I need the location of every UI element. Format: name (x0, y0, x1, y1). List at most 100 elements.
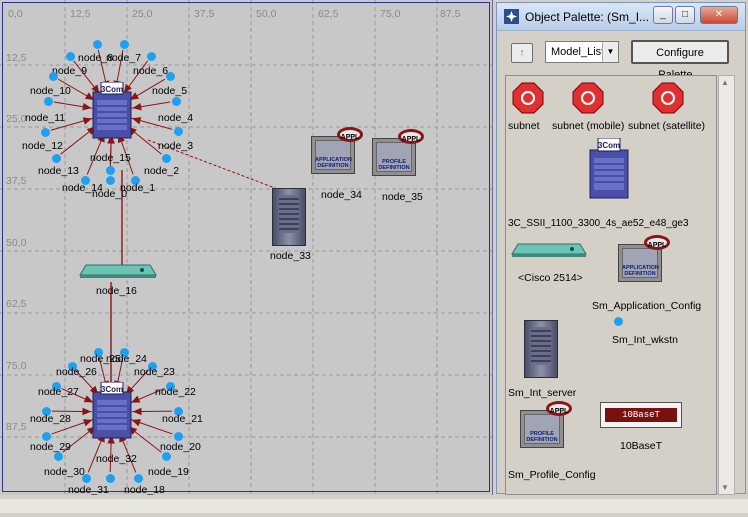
palette-object-list[interactable]: subnet subnet (mobile) subnet (satellite… (505, 75, 717, 495)
x-tick: 25,0 (132, 8, 153, 20)
workstation-node-icon[interactable] (82, 474, 91, 483)
y-tick: 25,0 (6, 113, 27, 125)
switch-icon: 3Com (92, 81, 132, 139)
node-label: node_4 (158, 112, 194, 124)
workstation-node-icon[interactable] (147, 52, 156, 61)
switch-3com-bottom[interactable]: 3Com (89, 381, 135, 440)
subnet-mobile-label: subnet (mobile) (552, 120, 625, 132)
palette-vertical-scrollbar[interactable]: ▲ ▼ (718, 75, 735, 495)
workstation-icon[interactable] (614, 317, 623, 326)
node-label: node_12 (22, 140, 63, 152)
workstation-node-icon[interactable] (134, 474, 143, 483)
network-workspace[interactable]: 0,0 12,5 25,0 37,5 50,0 62,5 75,0 87,5 1… (0, 0, 493, 496)
profile-def-caption: PROFILE DEFINITION (378, 159, 410, 171)
y-tick: 12,5 (6, 52, 27, 64)
y-tick: 87,5 (6, 421, 27, 433)
y-tick: 50,0 (6, 237, 27, 249)
svg-text:3Com: 3Com (101, 385, 123, 394)
y-tick: 37,5 (6, 175, 27, 187)
scroll-up-icon[interactable]: ▲ (721, 78, 729, 87)
x-tick: 0,0 (8, 8, 23, 20)
up-button[interactable]: ↑ (511, 43, 533, 63)
server-icon[interactable] (524, 320, 558, 378)
workstation-node-icon[interactable] (93, 40, 102, 49)
subnet-satellite-label: subnet (satellite) (628, 120, 706, 132)
workstation-node-icon[interactable] (174, 127, 183, 136)
model-list-dropdown[interactable]: Model_List ▼ (545, 41, 619, 63)
profile-config-icon[interactable]: PROFILE DEFINITION APPL (520, 401, 572, 448)
up-arrow-icon: ↑ (519, 47, 525, 59)
workstation-node-icon[interactable] (66, 52, 75, 61)
maximize-button[interactable]: □ (675, 6, 695, 24)
switch-3com-top[interactable]: 3Com (89, 81, 135, 140)
y-tick: 75,0 (6, 360, 27, 372)
appl-badge: APPL (398, 129, 424, 144)
x-tick: 12,5 (70, 8, 91, 20)
app-config-caption: APPLICATION DEFINITION (622, 265, 659, 277)
workstation-node-icon[interactable] (106, 176, 115, 185)
cisco-label: <Cisco 2514> (518, 272, 583, 284)
hub-icon[interactable] (78, 263, 158, 279)
subnet-icon[interactable] (512, 82, 544, 114)
minimize-button[interactable]: _ (653, 6, 673, 24)
node-label: node_35 (382, 191, 423, 203)
arrow-head (132, 407, 142, 416)
workstation-node-icon[interactable] (174, 432, 183, 441)
node-label: node_16 (96, 285, 137, 297)
x-tick: 87,5 (440, 8, 461, 20)
node-label: node_24 (106, 353, 147, 365)
object-palette-window[interactable]: Object Palette: (Sm_I... _ □ ✕ ↑ Model_L… (496, 2, 746, 495)
palette-titlebar[interactable]: Object Palette: (Sm_I... _ □ ✕ (497, 3, 745, 31)
workstation-node-icon[interactable] (49, 72, 58, 81)
workstation-node-icon[interactable] (44, 97, 53, 106)
workstation-node-icon[interactable] (166, 72, 175, 81)
app-config-label: Sm_Application_Config (592, 300, 702, 312)
workstation-node-icon[interactable] (52, 154, 61, 163)
node-label: node_3 (158, 140, 194, 152)
workstation-node-icon[interactable] (106, 474, 115, 483)
scroll-down-icon[interactable]: ▼ (721, 483, 729, 492)
node-label: node_2 (144, 165, 180, 177)
node-label: node_34 (321, 189, 362, 201)
workstation-node-icon[interactable] (172, 97, 181, 106)
application-config-icon[interactable]: APPLICATION DEFINITION APPL (618, 235, 670, 282)
x-tick: 62,5 (318, 8, 339, 20)
chevron-down-icon: ▼ (602, 42, 618, 62)
application-definition-icon[interactable]: APPLICATION DEFINITION APPL (311, 127, 363, 174)
workstation-node-icon[interactable] (120, 40, 129, 49)
horizontal-scrollbar[interactable] (0, 495, 748, 517)
workstation-node-icon[interactable] (54, 452, 63, 461)
switch-icon[interactable]: 3Com (586, 138, 632, 200)
workstation-node-icon[interactable] (162, 452, 171, 461)
configure-palette-button[interactable]: Configure Palette... (631, 40, 729, 81)
10baset-link-icon[interactable]: 10BaseT (600, 402, 682, 428)
x-tick: 37,5 (194, 8, 215, 20)
profile-definition-icon[interactable]: PROFILE DEFINITION APPL (372, 129, 424, 176)
switch-label: 3C_SSII_1100_3300_4s_ae52_e48_ge3 (508, 218, 689, 229)
workstation-node-icon[interactable] (162, 154, 171, 163)
wkstn-label: Sm_Int_wkstn (612, 334, 678, 346)
subnet-satellite-icon[interactable] (652, 82, 684, 114)
node-label: node_32 (96, 453, 137, 465)
node-label: node_23 (134, 366, 175, 378)
node-label: node_11 (25, 112, 66, 124)
node-label: node_22 (155, 386, 196, 398)
node-label: node_7 (106, 52, 142, 64)
palette-app-icon (504, 9, 519, 24)
subnet-mobile-icon[interactable] (572, 82, 604, 114)
y-tick: 62,5 (6, 298, 27, 310)
server-icon[interactable] (272, 188, 306, 246)
svg-text:3Com: 3Com (598, 141, 620, 150)
node-label: node_30 (44, 466, 85, 478)
router-icon[interactable] (510, 242, 588, 258)
close-button[interactable]: ✕ (700, 6, 738, 24)
workstation-node-icon[interactable] (41, 128, 50, 137)
node-label: node_13 (38, 165, 79, 177)
workstation-node-icon[interactable] (42, 432, 51, 441)
appl-badge: APPL (337, 127, 363, 142)
switch-icon: 3Com (92, 381, 132, 439)
workstation-node-icon[interactable] (106, 166, 115, 175)
appl-badge: APPL (644, 235, 670, 250)
server-label: Sm_Int_server (508, 387, 577, 399)
x-tick: 50,0 (256, 8, 277, 20)
